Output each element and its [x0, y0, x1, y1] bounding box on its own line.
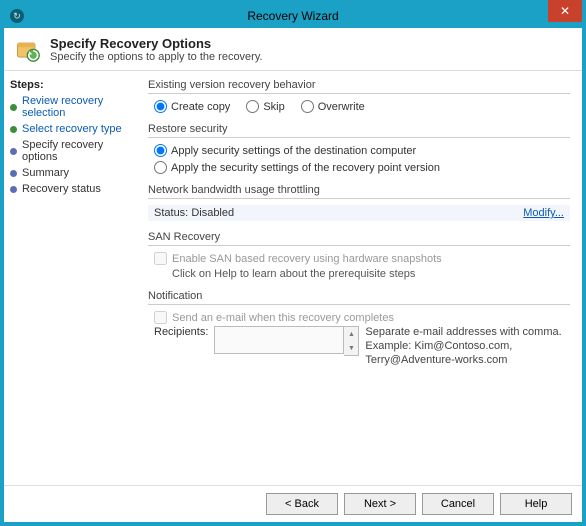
step-summary: Summary [10, 167, 138, 179]
steps-heading: Steps: [10, 79, 138, 91]
step-select-recovery-type[interactable]: Select recovery type [10, 123, 138, 135]
app-icon: ↻ [10, 9, 24, 23]
san-hint: Click on Help to learn about the prerequ… [172, 268, 570, 280]
existing-version-title: Existing version recovery behavior [148, 79, 570, 91]
notification-group: Notification Send an e-mail when this re… [148, 290, 570, 367]
radio-security-destination[interactable]: Apply security settings of the destinati… [154, 144, 570, 157]
step-specify-recovery-options: Specify recovery options [10, 139, 138, 163]
footer: < Back Next > Cancel Help [4, 485, 582, 522]
help-button[interactable]: Help [500, 493, 572, 515]
recovery-wizard-window: ↻ Recovery Wizard ✕ Specify Recovery Opt… [0, 0, 586, 526]
cancel-button[interactable]: Cancel [422, 493, 494, 515]
radio-overwrite[interactable]: Overwrite [301, 100, 365, 113]
radio-skip[interactable]: Skip [246, 100, 284, 113]
main-panel: Existing version recovery behavior Creat… [144, 71, 582, 485]
san-recovery-group: SAN Recovery Enable SAN based recovery u… [148, 231, 570, 280]
throttling-status: Status: Disabled [154, 207, 234, 219]
san-recovery-title: SAN Recovery [148, 231, 570, 243]
recipients-spinner: ▲ ▼ [344, 326, 359, 356]
close-icon: ✕ [560, 4, 570, 18]
next-button[interactable]: Next > [344, 493, 416, 515]
window-title: Recovery Wizard [4, 9, 582, 23]
recipients-input[interactable] [214, 326, 344, 354]
titlebar: ↻ Recovery Wizard ✕ [4, 4, 582, 28]
page-header: Specify Recovery Options Specify the opt… [4, 28, 582, 71]
radio-create-copy[interactable]: Create copy [154, 100, 230, 113]
recipients-hint: Separate e-mail addresses with comma. Ex… [365, 326, 570, 367]
throttling-title: Network bandwidth usage throttling [148, 184, 570, 196]
recovery-icon [14, 36, 42, 64]
step-recovery-status: Recovery status [10, 183, 138, 195]
restore-security-title: Restore security [148, 123, 570, 135]
radio-security-recovery-point[interactable]: Apply the security settings of the recov… [154, 161, 570, 174]
existing-version-group: Existing version recovery behavior Creat… [148, 79, 570, 113]
page-title: Specify Recovery Options [50, 36, 263, 51]
spin-up-icon[interactable]: ▲ [344, 327, 358, 341]
restore-security-group: Restore security Apply security settings… [148, 123, 570, 174]
throttling-group: Network bandwidth usage throttling Statu… [148, 184, 570, 221]
notification-email-checkbox: Send an e-mail when this recovery comple… [148, 311, 570, 324]
page-subtitle: Specify the options to apply to the reco… [50, 51, 263, 63]
step-review-recovery-selection[interactable]: Review recovery selection [10, 95, 138, 119]
throttling-modify-link[interactable]: Modify... [523, 207, 564, 219]
steps-sidebar: Steps: Review recovery selection Select … [4, 71, 144, 485]
back-button[interactable]: < Back [266, 493, 338, 515]
notification-title: Notification [148, 290, 570, 302]
spin-down-icon[interactable]: ▼ [344, 341, 358, 355]
recipients-label: Recipients: [154, 326, 208, 338]
san-enable-checkbox: Enable SAN based recovery using hardware… [148, 252, 570, 265]
close-button[interactable]: ✕ [548, 0, 582, 22]
